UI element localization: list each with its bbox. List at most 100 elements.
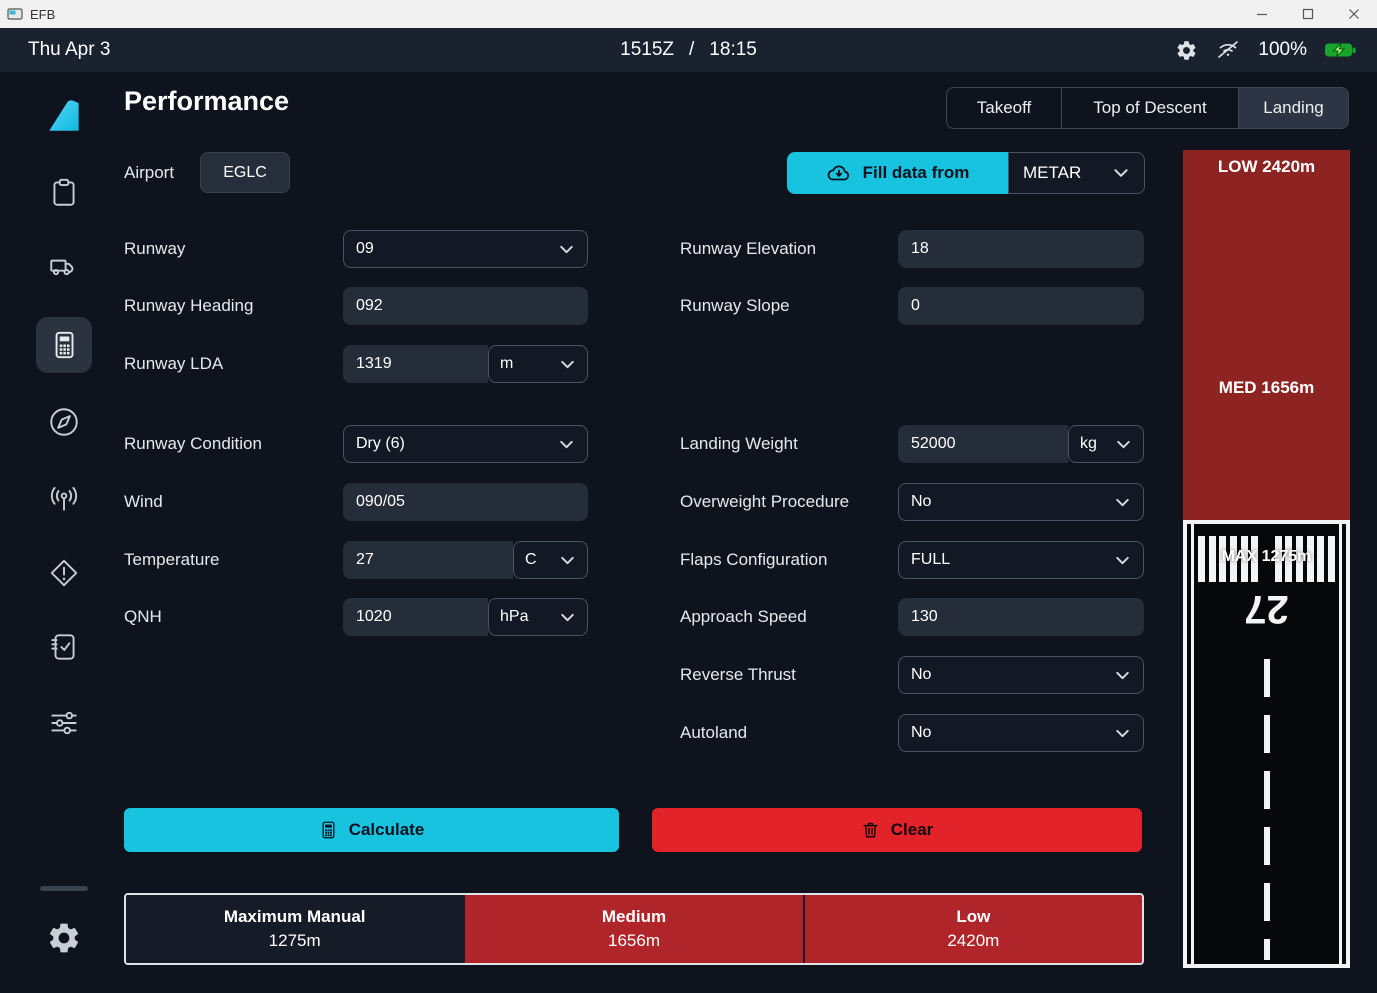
runway-overrun-zone: LOW 2420m MED 1656m xyxy=(1183,150,1350,520)
flaps-configuration-value: FULL xyxy=(911,551,950,569)
runway-condition-select[interactable]: Dry (6) xyxy=(343,425,588,463)
maximize-button[interactable] xyxy=(1285,0,1331,28)
chevron-down-icon xyxy=(1114,725,1131,742)
runway-lda-label: Runway LDA xyxy=(124,345,223,383)
sidebar-item-navigation[interactable] xyxy=(46,404,82,440)
fill-data-group: Fill data from METAR xyxy=(787,152,1145,194)
cloud-download-icon xyxy=(826,161,852,185)
calculator-icon xyxy=(47,328,81,362)
fill-source-select[interactable]: METAR xyxy=(1008,152,1145,194)
approach-speed-label: Approach Speed xyxy=(680,598,807,636)
overweight-procedure-select[interactable]: No xyxy=(898,483,1144,521)
runway-lda-field: m xyxy=(343,345,588,383)
sidebar-item-settings-sliders[interactable] xyxy=(46,705,82,741)
status-date: Thu Apr 3 xyxy=(28,28,110,72)
sidebar-item-flightplan[interactable] xyxy=(46,174,82,210)
runway-max-label: MAX 1275m xyxy=(1187,548,1346,566)
landing-weight-unit: kg xyxy=(1080,435,1097,453)
runway-select[interactable]: 09 xyxy=(343,230,588,268)
brand-logo[interactable] xyxy=(44,95,86,137)
checklist-icon xyxy=(47,630,81,664)
clipboard-icon xyxy=(47,175,81,209)
reverse-thrust-select[interactable]: No xyxy=(898,656,1144,694)
window-title: EFB xyxy=(30,7,55,22)
temperature-field: C xyxy=(343,541,588,579)
calculator-icon xyxy=(319,820,338,840)
runway-lda-input[interactable] xyxy=(343,345,488,383)
qnh-input[interactable] xyxy=(343,598,488,636)
result-label: Low xyxy=(956,907,990,927)
sidebar-item-ground-ops[interactable] xyxy=(46,249,82,285)
result-value: 2420m xyxy=(947,931,999,951)
status-clock: 1515Z / 18:15 xyxy=(620,28,757,72)
wind-input[interactable] xyxy=(343,483,588,521)
performance-tabs: Takeoff Top of Descent Landing xyxy=(946,87,1349,129)
app-icon xyxy=(7,7,23,21)
sidebar-item-hazards[interactable] xyxy=(46,555,82,591)
landing-weight-field: kg xyxy=(898,425,1144,463)
battery-percent: 100% xyxy=(1258,39,1307,61)
landing-weight-label: Landing Weight xyxy=(680,425,798,463)
runway-diagram: MAX 1275m 27 xyxy=(1183,520,1350,968)
temperature-unit-select[interactable]: C xyxy=(513,541,588,579)
runway-condition-value: Dry (6) xyxy=(356,435,405,453)
qnh-field: hPa xyxy=(343,598,588,636)
calculate-button[interactable]: Calculate xyxy=(124,808,619,852)
runway-elevation-input[interactable] xyxy=(898,230,1144,268)
sidebar-item-checklist[interactable] xyxy=(46,629,82,665)
result-low: Low 2420m xyxy=(803,895,1142,963)
status-bar: Thu Apr 3 1515Z / 18:15 100% xyxy=(0,28,1377,72)
results-bar: Maximum Manual 1275m Medium 1656m Low 24… xyxy=(124,893,1144,965)
runway-condition-label: Runway Condition xyxy=(124,425,262,463)
fill-data-button[interactable]: Fill data from xyxy=(787,152,1008,194)
reverse-thrust-label: Reverse Thrust xyxy=(680,656,796,694)
tab-landing[interactable]: Landing xyxy=(1238,88,1348,128)
autoland-select[interactable]: No xyxy=(898,714,1144,752)
sidebar-item-performance[interactable] xyxy=(36,317,92,373)
temperature-input[interactable] xyxy=(343,541,513,579)
result-label: Medium xyxy=(602,907,666,927)
landing-weight-unit-select[interactable]: kg xyxy=(1068,425,1144,463)
result-label: Maximum Manual xyxy=(224,907,366,927)
qnh-unit-select[interactable]: hPa xyxy=(488,598,588,636)
result-medium: Medium 1656m xyxy=(463,895,802,963)
window-controls xyxy=(1239,0,1377,28)
result-value: 1656m xyxy=(608,931,660,951)
truck-icon xyxy=(46,250,82,284)
landing-weight-input[interactable] xyxy=(898,425,1068,463)
qnh-unit: hPa xyxy=(500,608,528,626)
result-maximum-manual: Maximum Manual 1275m xyxy=(126,895,463,963)
tab-takeoff[interactable]: Takeoff xyxy=(947,88,1061,128)
runway-slope-input[interactable] xyxy=(898,287,1144,325)
trash-icon xyxy=(861,820,880,840)
runway-lda-unit-select[interactable]: m xyxy=(488,345,588,383)
runway-elevation-label: Runway Elevation xyxy=(680,230,816,268)
runway-label: Runway xyxy=(124,230,185,268)
airport-code-button[interactable]: EGLC xyxy=(200,152,290,193)
clear-button[interactable]: Clear xyxy=(652,808,1142,852)
window-titlebar: EFB xyxy=(0,0,1377,28)
close-button[interactable] xyxy=(1331,0,1377,28)
chevron-down-icon xyxy=(1115,436,1132,453)
settings-icon[interactable] xyxy=(1175,39,1198,62)
chevron-down-icon xyxy=(1114,667,1131,684)
page-title: Performance xyxy=(124,86,289,117)
overrun-med-label: MED 1656m xyxy=(1183,378,1350,398)
sidebar-item-radio[interactable] xyxy=(46,481,82,517)
overweight-procedure-label: Overweight Procedure xyxy=(680,483,849,521)
reverse-thrust-value: No xyxy=(911,666,931,684)
flaps-configuration-select[interactable]: FULL xyxy=(898,541,1144,579)
wind-label: Wind xyxy=(124,483,163,521)
tab-top-of-descent[interactable]: Top of Descent xyxy=(1061,88,1238,128)
utc-time: 1515Z xyxy=(620,28,674,72)
antenna-icon xyxy=(47,482,81,516)
approach-speed-input[interactable] xyxy=(898,598,1144,636)
runway-heading-input[interactable] xyxy=(343,287,588,325)
minimize-button[interactable] xyxy=(1239,0,1285,28)
autoland-value: No xyxy=(911,724,931,742)
chevron-down-icon xyxy=(1114,552,1131,569)
chevron-down-icon xyxy=(558,436,575,453)
overrun-low-label: LOW 2420m xyxy=(1183,157,1350,177)
clear-label: Clear xyxy=(891,820,934,840)
sidebar-item-settings[interactable] xyxy=(46,920,82,956)
